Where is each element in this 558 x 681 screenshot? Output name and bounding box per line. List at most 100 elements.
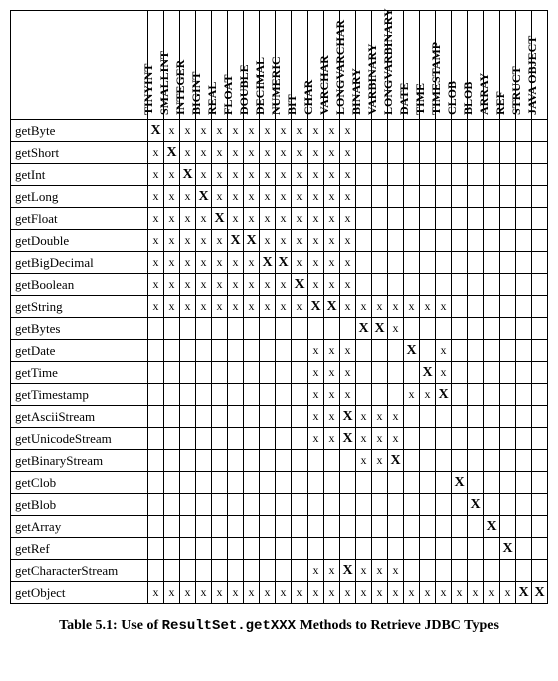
data-cell — [532, 296, 548, 318]
data-cell: x — [340, 384, 356, 406]
data-cell: x — [180, 230, 196, 252]
data-cell — [468, 450, 484, 472]
data-cell: x — [388, 318, 404, 340]
data-cell — [196, 384, 212, 406]
table-row: getObjectxxxxxxxxxxxxxxxxxxxxxxxXX — [11, 582, 548, 604]
data-cell — [212, 494, 228, 516]
data-cell: X — [468, 494, 484, 516]
data-cell — [372, 208, 388, 230]
column-label: STRUCT — [509, 66, 524, 115]
data-cell — [452, 428, 468, 450]
data-cell — [228, 472, 244, 494]
data-cell — [148, 516, 164, 538]
table-row: getByteXxxxxxxxxxxxx — [11, 120, 548, 142]
data-cell — [516, 560, 532, 582]
data-cell: x — [356, 560, 372, 582]
table-row: getLongxxxXxxxxxxxxx — [11, 186, 548, 208]
data-cell — [532, 274, 548, 296]
column-label: BLOB — [461, 82, 476, 115]
data-cell — [260, 538, 276, 560]
column-label: REAL — [205, 82, 220, 115]
row-header: getTime — [11, 362, 148, 384]
data-cell — [196, 362, 212, 384]
data-cell — [276, 340, 292, 362]
data-cell: x — [500, 582, 516, 604]
data-cell: x — [308, 428, 324, 450]
data-cell — [516, 318, 532, 340]
data-cell — [388, 274, 404, 296]
data-cell — [292, 318, 308, 340]
table-row: getClobX — [11, 472, 548, 494]
data-cell: x — [356, 428, 372, 450]
data-cell: X — [532, 582, 548, 604]
data-cell — [228, 318, 244, 340]
data-cell — [468, 428, 484, 450]
data-cell: x — [324, 120, 340, 142]
data-cell — [212, 516, 228, 538]
data-cell — [420, 340, 436, 362]
data-cell — [500, 450, 516, 472]
data-cell — [468, 560, 484, 582]
data-cell — [148, 406, 164, 428]
data-cell — [228, 362, 244, 384]
data-cell — [180, 318, 196, 340]
data-cell: x — [260, 186, 276, 208]
table-row: getTimestampxxxxxX — [11, 384, 548, 406]
data-cell — [180, 406, 196, 428]
column-label: LONGVARCHAR — [333, 20, 348, 115]
data-cell — [484, 296, 500, 318]
row-header: getRef — [11, 538, 148, 560]
data-cell: x — [340, 230, 356, 252]
data-cell — [180, 560, 196, 582]
data-cell — [244, 516, 260, 538]
data-cell — [292, 428, 308, 450]
data-cell — [420, 318, 436, 340]
table-row: getFloatxxxxXxxxxxxxx — [11, 208, 548, 230]
data-cell — [452, 450, 468, 472]
data-cell — [516, 362, 532, 384]
data-cell — [148, 362, 164, 384]
data-cell — [532, 208, 548, 230]
data-cell: x — [356, 582, 372, 604]
data-cell: x — [180, 186, 196, 208]
data-cell — [180, 516, 196, 538]
data-cell — [436, 120, 452, 142]
data-cell: x — [276, 120, 292, 142]
data-cell — [308, 472, 324, 494]
data-cell: x — [388, 560, 404, 582]
data-cell — [292, 494, 308, 516]
column-label: VARBINARY — [365, 44, 380, 115]
data-cell — [212, 384, 228, 406]
data-cell — [324, 318, 340, 340]
data-cell: x — [308, 120, 324, 142]
data-cell — [468, 164, 484, 186]
data-cell: x — [164, 296, 180, 318]
data-cell — [372, 384, 388, 406]
data-cell: x — [148, 230, 164, 252]
data-cell — [404, 362, 420, 384]
data-cell: X — [340, 406, 356, 428]
data-cell — [164, 472, 180, 494]
column-label: VARCHAR — [317, 55, 332, 115]
data-cell — [516, 494, 532, 516]
column-label: BIGINT — [189, 72, 204, 115]
data-cell — [148, 384, 164, 406]
data-cell — [404, 142, 420, 164]
data-cell: x — [292, 296, 308, 318]
data-cell — [372, 164, 388, 186]
column-label: NUMERIC — [269, 56, 284, 115]
data-cell: X — [500, 538, 516, 560]
data-cell: x — [388, 296, 404, 318]
data-cell — [164, 384, 180, 406]
data-cell: x — [260, 274, 276, 296]
data-cell — [500, 340, 516, 362]
data-cell: x — [308, 362, 324, 384]
data-cell — [164, 362, 180, 384]
data-cell: x — [372, 582, 388, 604]
data-cell — [324, 494, 340, 516]
data-cell — [212, 450, 228, 472]
data-cell — [276, 384, 292, 406]
data-cell — [260, 428, 276, 450]
data-cell — [180, 384, 196, 406]
data-cell: x — [260, 142, 276, 164]
